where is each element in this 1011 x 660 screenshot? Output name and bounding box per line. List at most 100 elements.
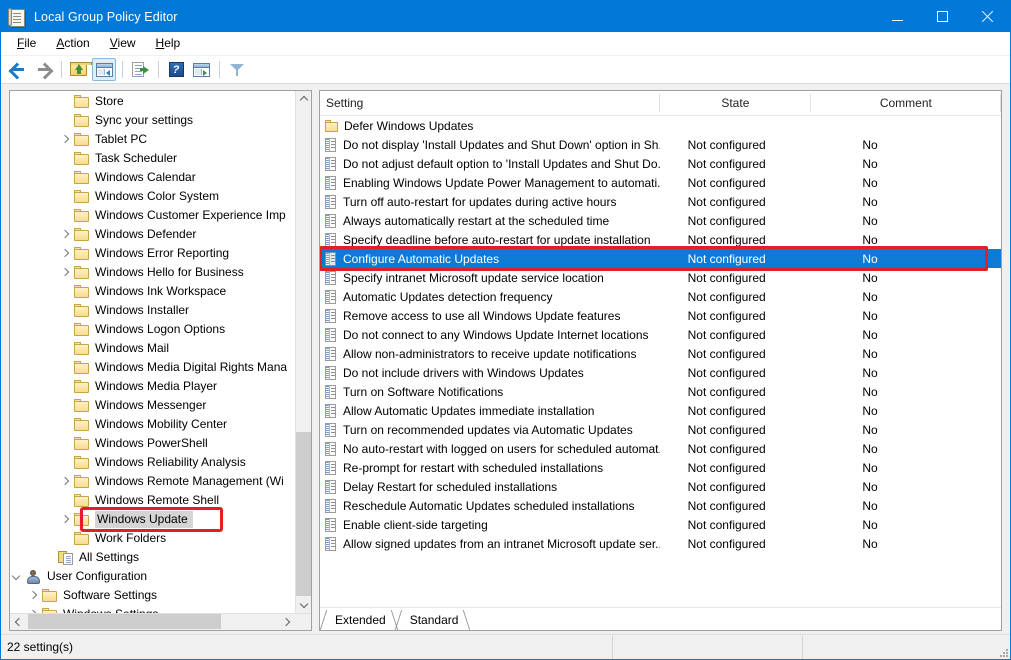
cell-setting: Do not adjust default option to 'Install… <box>320 157 660 171</box>
column-header-comment[interactable]: Comment <box>811 91 1001 115</box>
tree-scroll-left-button[interactable] <box>10 614 27 629</box>
table-row[interactable]: No auto-restart with logged on users for… <box>320 439 1001 458</box>
table-row[interactable]: Turn off auto-restart for updates during… <box>320 192 1001 211</box>
tree-expander-icon[interactable] <box>10 567 26 586</box>
tree-scroll-right-button[interactable] <box>278 614 295 629</box>
folder-icon <box>74 361 90 374</box>
tree-scroll-up-button[interactable] <box>296 91 311 108</box>
menu-help[interactable]: Help <box>146 33 191 54</box>
column-header-setting[interactable]: Setting <box>320 91 660 115</box>
menu-view[interactable]: View <box>100 33 146 54</box>
tree-expander-icon[interactable] <box>58 510 74 529</box>
tree-item[interactable]: Windows Settings <box>10 605 295 613</box>
tree-hscroll-thumb[interactable] <box>28 614 221 629</box>
table-row[interactable]: Allow Automatic Updates immediate instal… <box>320 401 1001 420</box>
tree-item[interactable]: Windows Ink Workspace <box>10 282 295 301</box>
policy-setting-icon <box>325 480 337 494</box>
tree-item[interactable]: All Settings <box>10 548 295 567</box>
tree-item[interactable]: Software Settings <box>10 586 295 605</box>
tree-item[interactable]: Windows Mobility Center <box>10 415 295 434</box>
tree-item[interactable]: Store <box>10 92 295 111</box>
table-row[interactable]: Remove access to use all Windows Update … <box>320 306 1001 325</box>
tree-expander-icon[interactable] <box>58 225 74 244</box>
tree-expander-icon[interactable] <box>58 244 74 263</box>
tree-expander-icon[interactable] <box>58 263 74 282</box>
tree-item[interactable]: Windows PowerShell <box>10 434 295 453</box>
table-row[interactable]: Automatic Updates detection frequencyNot… <box>320 287 1001 306</box>
tree-item[interactable]: Windows Update <box>10 510 295 529</box>
tree-expander-spacer <box>58 415 74 434</box>
tree-item[interactable]: Tablet PC <box>10 130 295 149</box>
table-row[interactable]: Turn on Software NotificationsNot config… <box>320 382 1001 401</box>
table-row[interactable]: Allow non-administrators to receive upda… <box>320 344 1001 363</box>
show-hide-action-pane-button[interactable] <box>189 58 213 81</box>
tree-item[interactable]: Sync your settings <box>10 111 295 130</box>
menu-action[interactable]: Action <box>46 33 99 54</box>
tree-item[interactable]: Windows Customer Experience Imp <box>10 206 295 225</box>
tree-expander-icon[interactable] <box>58 130 74 149</box>
table-row[interactable]: Turn on recommended updates via Automati… <box>320 420 1001 439</box>
title-bar: Local Group Policy Editor <box>1 1 1010 32</box>
tree-horizontal-scrollbar[interactable] <box>10 613 311 630</box>
show-hide-console-tree-button[interactable] <box>92 58 116 81</box>
column-header-state[interactable]: State <box>660 91 811 115</box>
table-row[interactable]: Configure Automatic UpdatesNot configure… <box>320 249 1001 268</box>
table-row[interactable]: Do not display 'Install Updates and Shut… <box>320 135 1001 154</box>
table-row[interactable]: Re-prompt for restart with scheduled ins… <box>320 458 1001 477</box>
table-row[interactable]: Enabling Windows Update Power Management… <box>320 173 1001 192</box>
tree-item[interactable]: Windows Reliability Analysis <box>10 453 295 472</box>
table-row[interactable]: Allow signed updates from an intranet Mi… <box>320 534 1001 553</box>
cell-comment: No <box>810 233 1001 247</box>
table-row[interactable]: Specify intranet Microsoft update servic… <box>320 268 1001 287</box>
table-row[interactable]: Do not connect to any Windows Update Int… <box>320 325 1001 344</box>
tree-item[interactable]: Task Scheduler <box>10 149 295 168</box>
back-button[interactable] <box>6 58 30 81</box>
table-row[interactable]: Defer Windows Updates <box>320 116 1001 135</box>
column-divider[interactable] <box>1000 94 1001 112</box>
help-button[interactable]: ? <box>164 58 188 81</box>
tree-item[interactable]: Work Folders <box>10 529 295 548</box>
tree-item[interactable]: Windows Error Reporting <box>10 244 295 263</box>
menu-file[interactable]: File <box>7 33 46 54</box>
export-list-button[interactable] <box>128 58 152 81</box>
table-row[interactable]: Enable client-side targetingNot configur… <box>320 515 1001 534</box>
tree-item[interactable]: Windows Defender <box>10 225 295 244</box>
tree-item[interactable]: Windows Media Digital Rights Mana <box>10 358 295 377</box>
tree-item[interactable]: Windows Mail <box>10 339 295 358</box>
maximize-button[interactable] <box>920 1 965 32</box>
tree-vertical-scrollbar[interactable] <box>295 91 311 613</box>
close-button[interactable] <box>965 1 1010 32</box>
forward-button[interactable] <box>31 58 55 81</box>
column-header-state-label: State <box>721 96 749 110</box>
tree-expander-icon[interactable] <box>58 472 74 491</box>
tree-item[interactable]: Windows Color System <box>10 187 295 206</box>
tree-item[interactable]: Windows Logon Options <box>10 320 295 339</box>
policy-setting-icon <box>325 214 337 228</box>
table-row[interactable]: Do not include drivers with Windows Upda… <box>320 363 1001 382</box>
tree-item[interactable]: Windows Remote Shell <box>10 491 295 510</box>
up-one-level-button[interactable] <box>67 58 91 81</box>
tree-expander-icon[interactable] <box>26 605 42 613</box>
table-row[interactable]: Delay Restart for scheduled installation… <box>320 477 1001 496</box>
tree-scroll-thumb[interactable] <box>296 432 311 602</box>
resize-grip-icon[interactable] <box>997 646 1008 657</box>
table-row[interactable]: Always automatically restart at the sche… <box>320 211 1001 230</box>
table-row[interactable]: Specify deadline before auto-restart for… <box>320 230 1001 249</box>
tree-item[interactable]: Windows Calendar <box>10 168 295 187</box>
tree-scroll-down-button[interactable] <box>296 596 311 613</box>
cell-comment: No <box>810 518 1001 532</box>
filter-button[interactable] <box>225 58 249 81</box>
table-row[interactable]: Reschedule Automatic Updates scheduled i… <box>320 496 1001 515</box>
tree-item[interactable]: Windows Hello for Business <box>10 263 295 282</box>
tree-item[interactable]: User Configuration <box>10 567 295 586</box>
cell-comment: No <box>810 404 1001 418</box>
tree-item[interactable]: Windows Media Player <box>10 377 295 396</box>
table-row[interactable]: Do not adjust default option to 'Install… <box>320 154 1001 173</box>
tab-extended[interactable]: Extended <box>323 610 394 630</box>
tree-item[interactable]: Windows Installer <box>10 301 295 320</box>
tab-standard[interactable]: Standard <box>398 610 467 630</box>
minimize-button[interactable] <box>875 1 920 32</box>
tree-item[interactable]: Windows Remote Management (Wi <box>10 472 295 491</box>
tree-item[interactable]: Windows Messenger <box>10 396 295 415</box>
tree-expander-icon[interactable] <box>26 586 42 605</box>
